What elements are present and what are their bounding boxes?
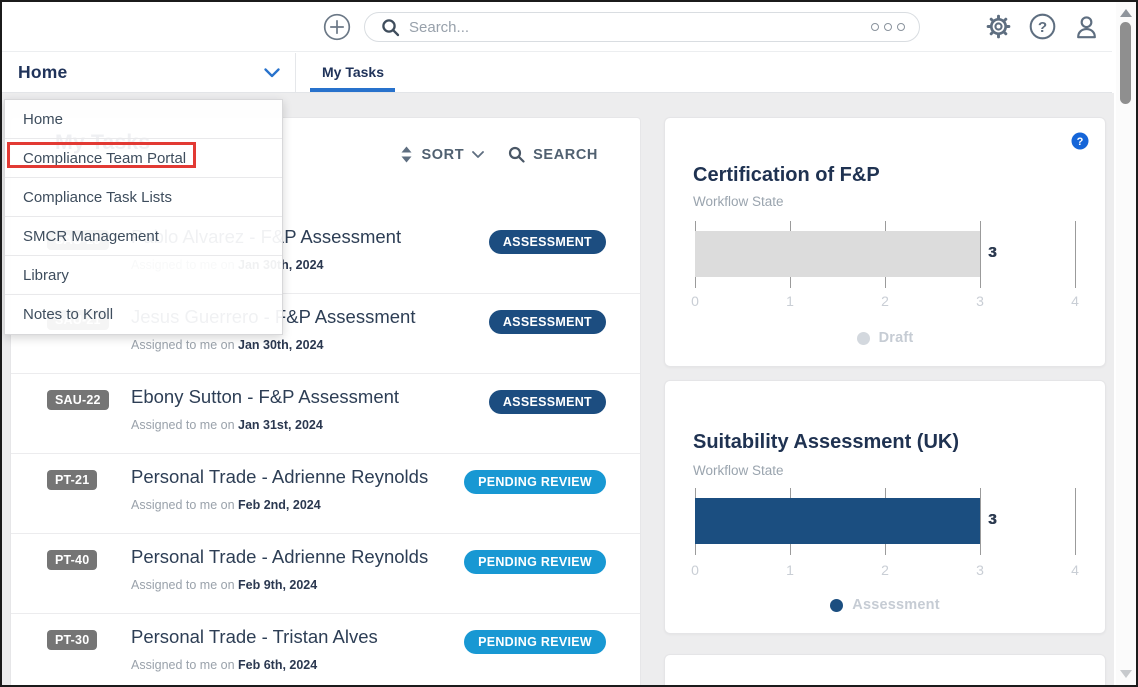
search-icon	[508, 146, 525, 163]
chevron-down-icon[interactable]	[264, 68, 280, 78]
app-window: ? Home My Tasks My Tasks	[0, 0, 1138, 687]
task-date: Jan 30th, 2024	[238, 338, 323, 352]
legend-label: Assessment	[852, 597, 939, 613]
search-options-ellipsis-icon[interactable]	[871, 23, 905, 31]
search-icon	[381, 18, 400, 37]
bar-chart: 3	[695, 221, 1075, 288]
status-badge: PENDING REVIEW	[464, 470, 606, 494]
sort-arrows-icon	[400, 146, 413, 163]
nav-bar: Home My Tasks	[2, 53, 1112, 93]
legend-dot	[830, 599, 843, 612]
chart-title: Suitability Assessment (UK)	[693, 431, 959, 454]
task-date: Feb 6th, 2024	[238, 658, 317, 672]
menu-item-smcr-management[interactable]: SMCR Management	[5, 217, 282, 256]
scrollbar-thumb[interactable]	[1120, 22, 1131, 104]
chart-card-suitability: Suitability Assessment (UK) Workflow Sta…	[664, 380, 1106, 634]
task-id-badge: PT-21	[47, 470, 97, 490]
task-title: Personal Trade - Adrienne Reynolds	[131, 546, 428, 568]
chart-card-partial	[664, 654, 1106, 685]
list-controls: SORT SEARCH	[400, 146, 598, 163]
chart-card-certification: ? Certification of F&P Workflow State 3 …	[664, 117, 1106, 367]
task-assigned-text: Assigned to me on Feb 9th, 2024	[131, 578, 317, 592]
task-row[interactable]: PT-30 Personal Trade - Tristan Alves Ass…	[11, 614, 640, 685]
gear-icon[interactable]	[985, 13, 1012, 40]
task-row[interactable]: PT-40 Personal Trade - Adrienne Reynolds…	[11, 534, 640, 614]
scroll-up-arrow-icon[interactable]	[1120, 9, 1132, 17]
bar-value-label: 3	[988, 511, 996, 528]
task-title: Personal Trade - Adrienne Reynolds	[131, 466, 428, 488]
menu-item-library[interactable]: Library	[5, 256, 282, 295]
bar-value-label: 3	[988, 244, 996, 261]
task-date: Jan 31st, 2024	[238, 418, 323, 432]
tick-line	[1075, 488, 1076, 555]
top-bar: ?	[2, 2, 1112, 52]
tick-line	[1075, 221, 1076, 288]
task-row[interactable]: PT-21 Personal Trade - Adrienne Reynolds…	[11, 454, 640, 534]
status-badge: ASSESSMENT	[489, 310, 606, 334]
user-icon[interactable]	[1073, 13, 1100, 40]
task-id-badge: PT-40	[47, 550, 97, 570]
scroll-down-arrow-icon[interactable]	[1120, 670, 1132, 678]
search-control[interactable]: SEARCH	[508, 146, 598, 163]
chart-legend[interactable]: Draft	[665, 330, 1105, 346]
task-assigned-text: Assigned to me on Jan 31st, 2024	[131, 418, 323, 432]
task-id-badge: SAU-22	[47, 390, 109, 410]
topbar-icon-group: ?	[985, 2, 1100, 51]
task-assigned-text: Assigned to me on Feb 6th, 2024	[131, 658, 317, 672]
task-title: Ebony Sutton - F&P Assessment	[131, 386, 399, 408]
tick-line	[980, 488, 981, 555]
svg-text:?: ?	[1038, 19, 1047, 36]
chevron-down-icon	[472, 151, 484, 159]
task-assigned-text: Assigned to me on Jan 30th, 2024	[131, 338, 323, 352]
menu-item-compliance-team-portal[interactable]: Compliance Team Portal	[5, 139, 282, 178]
sort-label: SORT	[421, 147, 464, 163]
status-badge: PENDING REVIEW	[464, 550, 606, 574]
chart-bar-draft	[695, 231, 980, 277]
tick-line	[980, 221, 981, 288]
status-badge: ASSESSMENT	[489, 230, 606, 254]
task-row[interactable]: SAU-22 Ebony Sutton - F&P Assessment Ass…	[11, 374, 640, 454]
card-help-icon[interactable]: ?	[1071, 132, 1089, 150]
x-axis-labels: 0 1 2 3 4	[695, 293, 1075, 309]
task-date: Feb 9th, 2024	[238, 578, 317, 592]
chart-legend[interactable]: Assessment	[665, 597, 1105, 613]
task-id-badge: PT-30	[47, 630, 97, 650]
search-input[interactable]	[409, 19, 871, 36]
create-plus-icon[interactable]	[323, 13, 351, 41]
tab-my-tasks[interactable]: My Tasks	[322, 64, 384, 80]
task-assigned-text: Assigned to me on Feb 2nd, 2024	[131, 498, 321, 512]
task-title: Personal Trade - Tristan Alves	[131, 626, 378, 648]
menu-item-label: Compliance Team Portal	[23, 150, 186, 167]
svg-text:?: ?	[1077, 136, 1084, 148]
app-dropdown-menu: Home Compliance Team Portal Compliance T…	[4, 99, 283, 335]
menu-item-notes-to-kroll[interactable]: Notes to Kroll	[5, 295, 282, 334]
nav-divider	[295, 53, 296, 92]
vertical-scrollbar[interactable]	[1116, 2, 1136, 685]
menu-item-compliance-task-lists[interactable]: Compliance Task Lists	[5, 178, 282, 217]
help-icon[interactable]: ?	[1029, 13, 1056, 40]
status-badge: PENDING REVIEW	[464, 630, 606, 654]
sort-control[interactable]: SORT	[400, 146, 484, 163]
bar-chart: 3	[695, 488, 1075, 555]
chart-subtitle: Workflow State	[693, 194, 784, 209]
app-dropdown[interactable]: Home	[18, 62, 67, 83]
status-badge: ASSESSMENT	[489, 390, 606, 414]
legend-dot	[857, 332, 870, 345]
task-date: Feb 2nd, 2024	[238, 498, 321, 512]
chart-subtitle: Workflow State	[693, 463, 784, 478]
chart-title: Certification of F&P	[693, 164, 880, 187]
chart-bar-assessment	[695, 498, 980, 544]
active-tab-underline	[310, 88, 395, 92]
search-label: SEARCH	[533, 147, 598, 163]
global-search-bar[interactable]	[364, 12, 920, 42]
legend-label: Draft	[879, 330, 914, 346]
x-axis-labels: 0 1 2 3 4	[695, 562, 1075, 578]
menu-item-home[interactable]: Home	[5, 100, 282, 139]
